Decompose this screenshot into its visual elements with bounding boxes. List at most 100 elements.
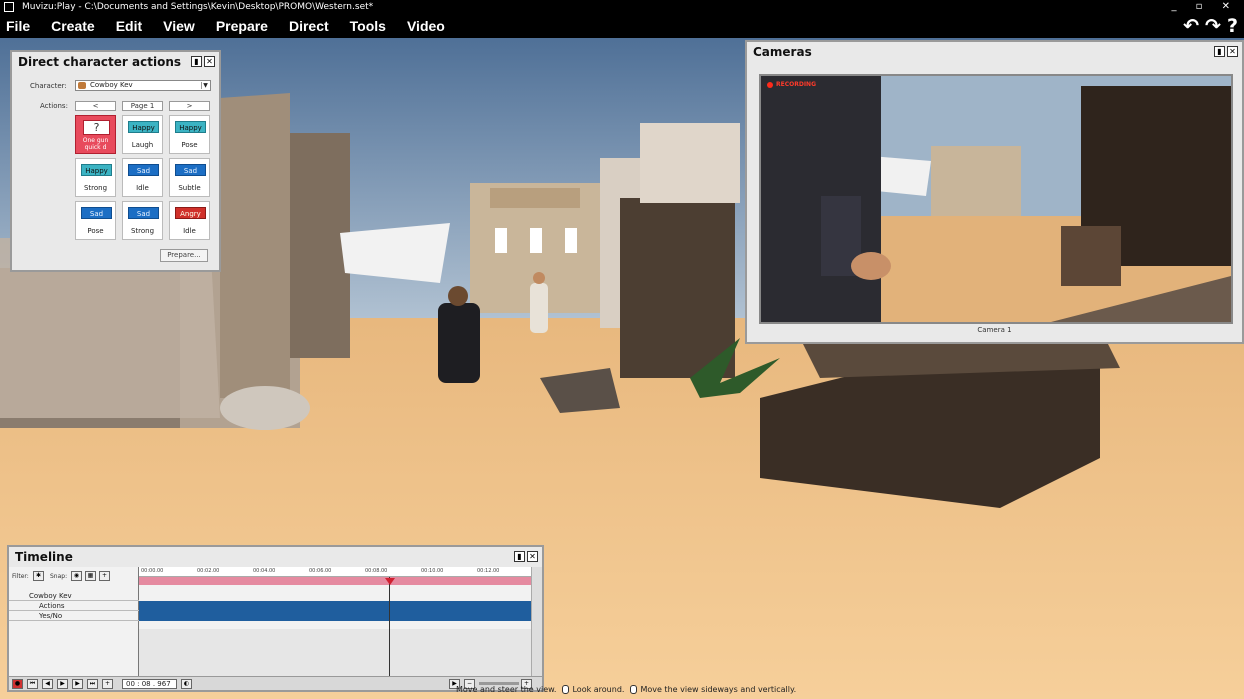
timeline-playhead[interactable] — [389, 577, 390, 687]
close-icon[interactable]: ✕ — [204, 56, 215, 67]
mood-tag: Happy — [175, 121, 206, 133]
action-button-sad-pose[interactable]: Sad Pose — [75, 201, 116, 240]
next-page-button[interactable]: > — [169, 101, 210, 111]
mood-tag: Sad — [175, 164, 206, 176]
playhead-marker-icon[interactable] — [385, 578, 395, 585]
tick-label: 00:02.00 — [197, 568, 220, 574]
window-title: Muvizu:Play - C:\Documents and Settings\… — [22, 2, 374, 12]
action-label: One gun quick d — [82, 137, 109, 151]
menu-video[interactable]: Video — [407, 18, 445, 34]
chevron-down-icon[interactable]: ▼ — [201, 82, 209, 89]
page-indicator: Page 1 — [122, 101, 163, 111]
mood-tag: Angry — [175, 207, 206, 219]
character-label: Character: — [30, 82, 67, 90]
hint-look: Look around. — [562, 684, 624, 694]
volume-icon[interactable]: ◐ — [181, 679, 192, 689]
timeline-track-list: Filter: ✱ Snap: ◉ ▦ + — [9, 567, 139, 689]
mood-tag: Happy — [81, 164, 112, 176]
menu-edit[interactable]: Edit — [116, 18, 142, 34]
record-icon[interactable]: ● — [12, 679, 23, 689]
hint-pan: Move the view sideways and vertically. — [630, 684, 797, 694]
prev-page-button[interactable]: < — [75, 101, 116, 111]
panel-title: Cameras — [753, 45, 812, 59]
step-back-icon[interactable]: ◀ — [42, 679, 53, 689]
skip-end-icon[interactable]: ⏭ — [87, 679, 98, 689]
character-select[interactable]: Cowboy Kev ▼ — [75, 80, 211, 91]
timeline-range-bar[interactable] — [139, 577, 531, 585]
mood-tag: Sad — [128, 207, 159, 219]
hint-bar: Move and steer the view. Look around. Mo… — [456, 682, 796, 696]
time-field[interactable]: 00 : 08 . 967 — [122, 679, 177, 689]
actions-track-bar[interactable] — [139, 601, 531, 611]
camera-scene — [761, 76, 1231, 322]
play-icon[interactable]: ▶ — [57, 679, 68, 689]
skip-start-icon[interactable]: ⏮ — [27, 679, 38, 689]
menu-create[interactable]: Create — [51, 18, 95, 34]
menu-direct[interactable]: Direct — [289, 18, 329, 34]
action-button-sad-idle[interactable]: Sad Idle — [122, 158, 163, 197]
pin-icon[interactable]: ▮ — [514, 551, 525, 562]
menu-tools[interactable]: Tools — [350, 18, 386, 34]
yes-no-track-bar[interactable] — [139, 611, 531, 621]
character-value: Cowboy Kev — [90, 81, 133, 89]
filter-label: Filter: — [12, 573, 29, 580]
track-row-yes-no[interactable]: Yes/No — [9, 611, 139, 621]
app-icon — [4, 2, 14, 12]
mood-tag: Sad — [128, 164, 159, 176]
add-marker-icon[interactable]: + — [102, 679, 113, 689]
track-label: Actions — [39, 602, 65, 610]
step-forward-icon[interactable]: ▶ — [72, 679, 83, 689]
filter-icon[interactable]: ✱ — [33, 571, 44, 581]
pin-icon[interactable]: ▮ — [191, 56, 202, 67]
action-button-sad-strong[interactable]: Sad Strong — [122, 201, 163, 240]
mouse-icon — [630, 684, 638, 694]
menu-prepare[interactable]: Prepare — [216, 18, 268, 34]
action-button-happy-pose[interactable]: Happy Pose — [169, 115, 210, 154]
tick-label: 00:10.00 — [421, 568, 444, 574]
prepare-button[interactable]: Prepare... — [160, 249, 208, 262]
action-button-one-gun-quick-draw[interactable]: ? One gun quick d — [75, 115, 116, 154]
snap-label: Snap: — [50, 573, 68, 580]
tick-label: 00:00.00 — [141, 568, 164, 574]
panel-title: Timeline — [15, 550, 73, 564]
question-icon: ? — [83, 120, 110, 135]
undo-icon[interactable]: ↶ — [1183, 15, 1199, 37]
action-button-sad-subtle[interactable]: Sad Subtle — [169, 158, 210, 197]
action-label: Idle — [136, 184, 149, 192]
timeline-ruler[interactable]: 00:00.00 00:02.00 00:04.00 00:06.00 00:0… — [139, 567, 531, 577]
snap-icon[interactable]: ◉ — [71, 571, 82, 581]
snap-grid-icon[interactable]: ▦ — [85, 571, 96, 581]
cameras-panel: Cameras ▮ ✕ RECORDING Camera 1 — [745, 40, 1244, 344]
window-controls[interactable]: _ ▫ ✕ — [1171, 0, 1238, 14]
track-row-cowboy-kev[interactable]: Cowboy Kev — [9, 591, 139, 601]
app-window: Muvizu:Play - C:\Documents and Settings\… — [0, 0, 1244, 699]
mouse-icon — [562, 684, 570, 694]
close-icon[interactable]: ✕ — [527, 551, 538, 562]
action-button-angry-idle[interactable]: Angry Idle — [169, 201, 210, 240]
action-label: Strong — [83, 184, 108, 192]
action-label: Subtle — [178, 184, 201, 192]
recording-text: RECORDING — [776, 81, 817, 88]
camera-preview[interactable]: RECORDING — [759, 74, 1233, 324]
action-button-happy-strong[interactable]: Happy Strong — [75, 158, 116, 197]
action-button-laugh[interactable]: Happy Laugh — [122, 115, 163, 154]
menu-view[interactable]: View — [163, 18, 195, 34]
pin-icon[interactable]: ▮ — [1214, 46, 1225, 57]
track-label: Yes/No — [39, 612, 63, 620]
help-icon[interactable]: ? — [1227, 15, 1238, 37]
timeline-scrollbar[interactable] — [531, 567, 542, 689]
track-row-actions[interactable]: Actions — [9, 601, 139, 611]
menu-bar: File Create Edit View Prepare Direct Too… — [0, 14, 1244, 38]
direct-character-actions-panel: Direct character actions ▮ ✕ Character: … — [10, 50, 221, 272]
action-label: Strong — [130, 227, 155, 235]
mood-tag: Sad — [81, 207, 112, 219]
hint-move: Move and steer the view. — [456, 684, 557, 694]
menu-file[interactable]: File — [6, 18, 30, 34]
redo-icon[interactable]: ↷ — [1205, 15, 1221, 37]
snap-plus-icon[interactable]: + — [99, 571, 110, 581]
hint-text: Move the view sideways and vertically. — [640, 684, 797, 694]
action-label: Idle — [183, 227, 196, 235]
close-icon[interactable]: ✕ — [1227, 46, 1238, 57]
actions-label: Actions: — [40, 102, 68, 110]
record-dot-icon — [767, 81, 773, 88]
